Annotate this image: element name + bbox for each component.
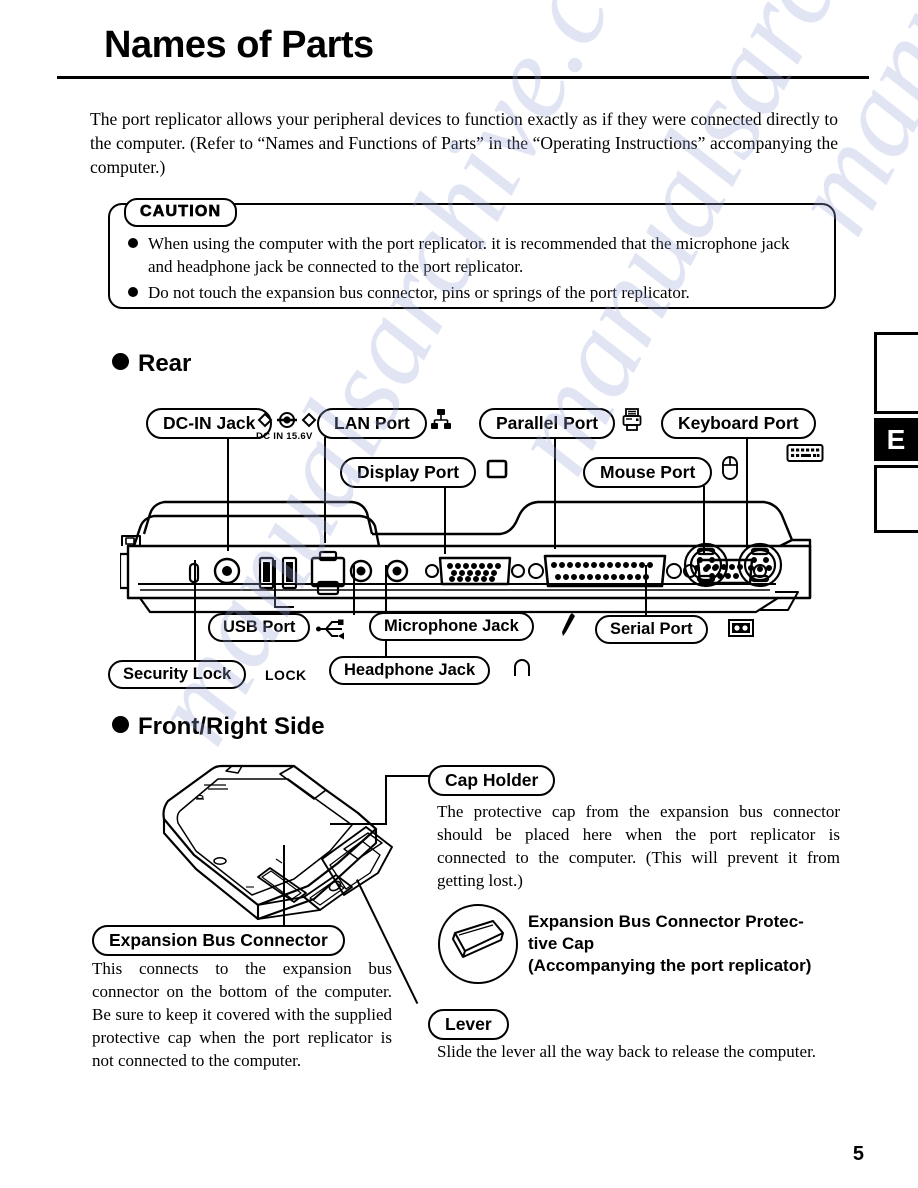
- bullet-icon: [128, 238, 138, 248]
- caution-item-text: Do not touch the expansion bus connector…: [148, 283, 690, 302]
- protective-cap-label-line2: tive Cap: [528, 934, 595, 953]
- protective-cap-label-line1: Expansion Bus Connector Protec-: [528, 912, 804, 931]
- keyboard-icon: [786, 444, 824, 462]
- callout-dc-in-jack[interactable]: DC-IN Jack: [146, 408, 273, 439]
- leader-line-usb-h: [274, 606, 294, 609]
- caution-badge: CAUTION: [124, 198, 238, 227]
- section-heading-rear: Rear: [112, 350, 191, 378]
- leader-line-cap-holder-v: [385, 775, 388, 825]
- title-divider: [57, 76, 869, 79]
- lan-network-icon: [431, 409, 451, 429]
- caution-item: Do not touch the expansion bus connector…: [128, 282, 818, 305]
- callout-mouse-port[interactable]: Mouse Port: [583, 457, 713, 488]
- dc-in-rating-label: DC IN 15.6V: [256, 431, 313, 442]
- callout-lever[interactable]: Lever: [428, 1009, 509, 1040]
- leader-line-mic: [353, 565, 356, 615]
- protective-cap-label-line3: (Accompanying the port replicator): [528, 956, 812, 975]
- leader-line-dc-in: [227, 437, 230, 551]
- display-monitor-icon: [486, 459, 508, 479]
- leader-line-usb: [274, 560, 277, 608]
- callout-microphone-jack[interactable]: Microphone Jack: [369, 612, 534, 641]
- headphone-icon: [514, 659, 530, 676]
- bullet-icon: [112, 353, 129, 370]
- leader-line-cap-holder-h: [385, 775, 430, 778]
- leader-line-keyboard: [746, 437, 749, 549]
- callout-usb-port[interactable]: USB Port: [208, 613, 311, 642]
- callout-expansion-bus-connector[interactable]: Expansion Bus Connector: [92, 925, 345, 956]
- bullet-icon: [112, 716, 129, 733]
- callout-keyboard-port[interactable]: Keyboard Port: [661, 408, 816, 439]
- callout-lan-port[interactable]: LAN Port: [317, 408, 427, 439]
- callout-cap-holder[interactable]: Cap Holder: [428, 765, 556, 796]
- caution-item: When using the computer with the port re…: [128, 233, 818, 278]
- callout-parallel-port[interactable]: Parallel Port: [479, 408, 616, 439]
- leader-line-expansion-bus: [283, 845, 286, 925]
- page-number: 5: [852, 1143, 864, 1165]
- port-replicator-isometric-illustration: [162, 764, 393, 921]
- callout-headphone-jack[interactable]: Headphone Jack: [329, 656, 491, 685]
- microphone-icon: [562, 613, 575, 636]
- callout-serial-port[interactable]: Serial Port: [595, 615, 708, 644]
- intro-paragraph: The port replicator allows your peripher…: [90, 109, 838, 177]
- ps2-connectors-illustration: [683, 542, 783, 588]
- leader-line-serial: [645, 565, 648, 617]
- leader-line-cap-holder-h2: [330, 823, 386, 826]
- leader-line-lan: [324, 437, 327, 543]
- edge-tab-letter: E: [874, 418, 918, 461]
- leader-line-security: [194, 560, 197, 665]
- security-lock-mark: LOCK: [265, 667, 307, 683]
- mouse-icon: [722, 456, 738, 480]
- section-heading-text: Rear: [138, 350, 192, 377]
- edge-tab-blank-lower: [874, 465, 918, 533]
- section-heading-front-right: Front/Right Side: [112, 713, 325, 741]
- bullet-icon: [128, 287, 138, 297]
- dc-in-polarity-icon: [257, 412, 317, 428]
- leader-line-display: [444, 486, 447, 554]
- lever-description: Slide the lever all the way back to rele…: [437, 1042, 817, 1061]
- expansion-bus-connector-description: This connects to the expansion bus conne…: [92, 959, 392, 1070]
- caution-item-text: When using the computer with the port re…: [148, 234, 790, 276]
- printer-icon: [622, 408, 642, 431]
- usb-icon: [316, 619, 344, 640]
- leader-line-parallel: [554, 437, 557, 549]
- protective-cap-illustration: [438, 904, 518, 984]
- callout-security-lock[interactable]: Security Lock: [108, 660, 247, 689]
- section-heading-text: Front/Right Side: [138, 713, 325, 740]
- serial-port-icon: [728, 619, 754, 637]
- cap-holder-description: The protective cap from the expansion bu…: [437, 802, 840, 890]
- callout-display-port[interactable]: Display Port: [340, 457, 477, 488]
- edge-tab-blank-upper: [874, 332, 918, 414]
- page-title: Names of Parts: [104, 24, 374, 66]
